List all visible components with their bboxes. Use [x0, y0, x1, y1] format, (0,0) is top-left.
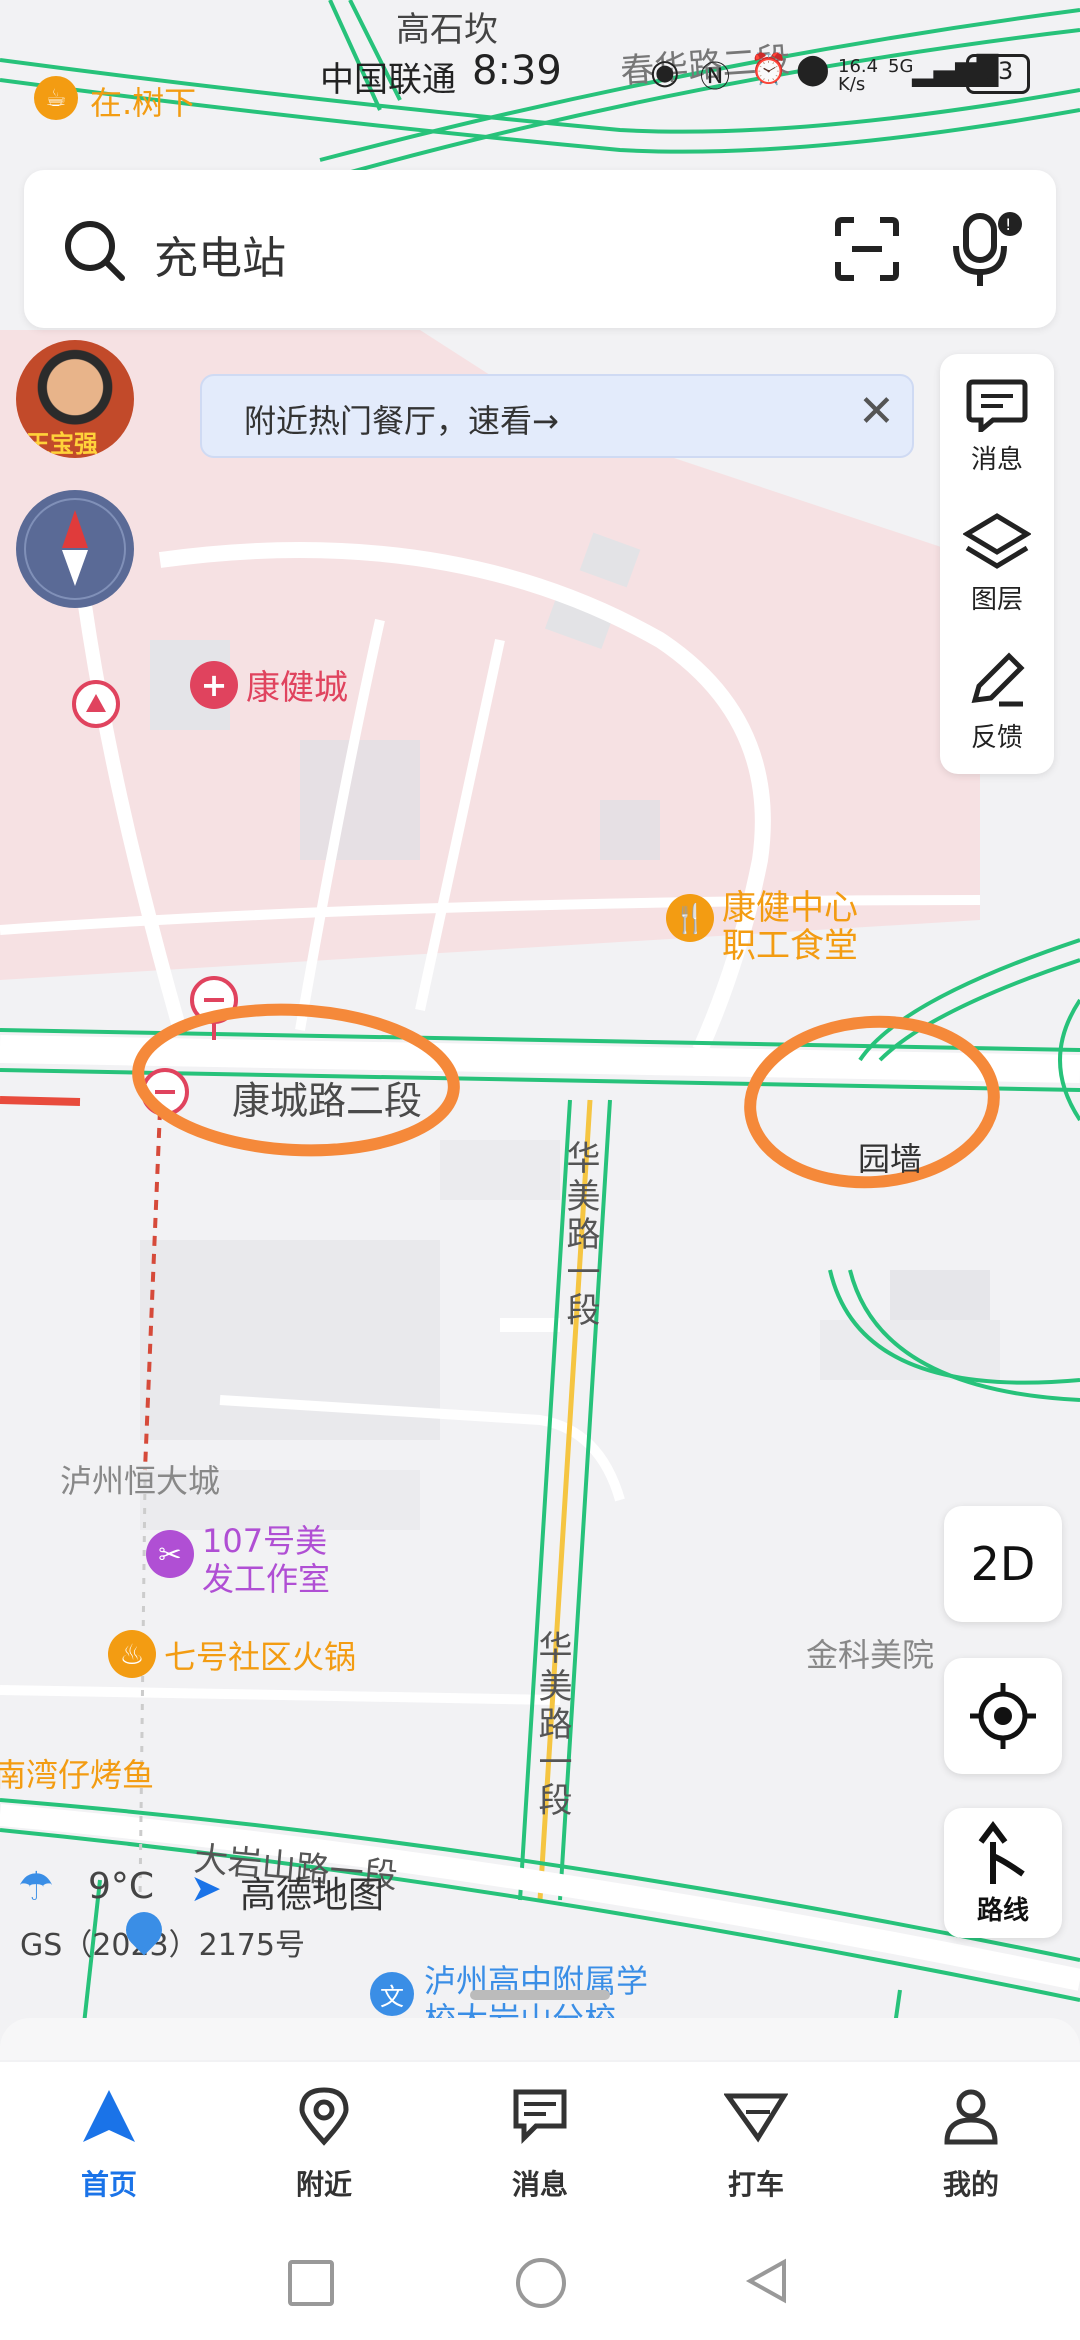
locate-me-button[interactable] [944, 1658, 1062, 1774]
recent-apps-button[interactable] [288, 2260, 334, 2306]
banner-text: 附近热门餐厅，速看→ [244, 402, 559, 440]
message-icon [966, 379, 1028, 436]
taxi-icon [723, 2093, 789, 2143]
crosshair-icon [970, 1683, 1036, 1749]
place-label-hengdacheng: 泸州恒大城 [60, 1462, 221, 1500]
side-panel: 消息 图层 反馈 [940, 354, 1054, 774]
brand-name: 高德地图 [240, 1875, 385, 1916]
tab-profile-label: 我的 [942, 2168, 999, 2201]
poi-label-grilled-fish[interactable]: 南湾仔烤鱼 [0, 1750, 154, 1796]
side-message-button[interactable]: 消息 [940, 376, 1054, 476]
location-status-icon: ⬤ [796, 52, 830, 87]
hotpot-icon[interactable]: ♨ [108, 1630, 156, 1678]
2d-mode-label: 2D [970, 1537, 1036, 1591]
scan-icon[interactable] [832, 214, 902, 284]
search-icon [65, 221, 125, 281]
poi-label-salon-2[interactable]: 发工作室 [202, 1554, 330, 1600]
tab-home-label: 首页 [80, 2168, 137, 2201]
compass-button[interactable] [16, 490, 134, 608]
side-feedback-label: 反馈 [970, 723, 1023, 753]
restaurant-icon[interactable]: 🍴 [666, 894, 714, 942]
place-label-gaoshikan: 高石坎 [396, 10, 498, 50]
poi-label-hotpot[interactable]: 七号社区火锅 [164, 1632, 356, 1678]
place-label-jinke: 金科美院 [806, 1636, 935, 1674]
svg-text:!: ! [1005, 215, 1011, 234]
message-icon [513, 2089, 567, 2145]
road-label-huamei-1: 华美路一段 [560, 1140, 600, 1330]
net-speed: 16.4 K/s [838, 56, 879, 95]
tab-messages[interactable]: 消息 [465, 2086, 615, 2203]
tab-nearby-label: 附近 [295, 2168, 352, 2201]
avatar-name: 王宝强 [26, 430, 98, 458]
layers-icon [962, 513, 1032, 569]
tab-nearby[interactable]: 附近 [249, 2086, 399, 2203]
compass-icon [24, 498, 126, 600]
route-label: 路线 [976, 1895, 1029, 1926]
battery-indicator: 73 [966, 54, 1030, 94]
hot-restaurant-banner[interactable]: 附近热门餐厅，速看→ ✕ [200, 374, 914, 458]
bottom-tab-bar: 首页 附近 消息 打车 我的 [0, 2062, 1080, 2340]
microphone-icon[interactable]: ! [948, 210, 1028, 290]
location-pin-icon [299, 2087, 349, 2146]
nfc-icon: Ⓝ [700, 60, 730, 95]
place-label-yuanqiang: 园墙 [858, 1140, 923, 1178]
bottom-sheet[interactable] [0, 2018, 1080, 2060]
home-button[interactable] [516, 2258, 566, 2308]
poi-label-canteen-2[interactable]: 职工食堂 [722, 918, 858, 967]
feedback-pen-icon [971, 652, 1025, 707]
carrier-name: 中国联通 [320, 60, 456, 100]
license-text: GS（2023）2175号 [20, 1928, 305, 1963]
clock: 8:39 [472, 48, 562, 94]
weather-rain-icon: ☂ [18, 1864, 54, 1910]
tab-taxi[interactable]: 打车 [681, 2086, 831, 2203]
amap-logo-icon: ➤ [190, 1866, 222, 1910]
side-message-label: 消息 [970, 445, 1023, 475]
side-layers-label: 图层 [970, 585, 1023, 615]
back-button[interactable] [744, 2258, 790, 2304]
road-label-huamei-2: 华美路一段 [532, 1630, 572, 1820]
side-layers-button[interactable]: 图层 [940, 512, 1054, 616]
profile-icon [944, 2089, 998, 2145]
tab-messages-label: 消息 [511, 2168, 568, 2201]
search-bar[interactable]: 充电站 ! [24, 170, 1056, 328]
weather-temp: 9°C [88, 1866, 155, 1907]
school-icon[interactable]: 文 [370, 1972, 414, 2016]
road-label-kangcheng: 康城路二段 [232, 1079, 423, 1123]
tab-taxi-label: 打车 [727, 2168, 784, 2201]
network-type: 5G [888, 56, 914, 77]
bottom-sheet-handle[interactable] [470, 1990, 610, 2000]
eye-icon: ◉ [650, 52, 680, 92]
poi-label-kangjiancheng[interactable]: 康健城 [246, 660, 348, 709]
alarm-icon: ⏰ [750, 52, 788, 87]
search-input[interactable]: 充电站 [154, 222, 286, 286]
status-bar: 中国联通 8:39 ◉ Ⓝ ⏰ ⬤ 16.4 K/s 5G ▂▄▆█ 73 [0, 48, 1080, 112]
side-feedback-button[interactable]: 反馈 [940, 650, 1054, 754]
route-arrow-icon [978, 1820, 1025, 1884]
navigation-arrow-icon [83, 2090, 135, 2142]
avatar[interactable]: 王宝强 [16, 340, 134, 458]
hospital-icon[interactable]: + [190, 661, 238, 709]
close-icon[interactable]: ✕ [858, 386, 895, 437]
tab-home[interactable]: 首页 [34, 2086, 184, 2203]
route-button[interactable]: 路线 [944, 1808, 1062, 1938]
tab-profile[interactable]: 我的 [896, 2086, 1046, 2203]
2d-mode-button[interactable]: 2D [944, 1506, 1062, 1622]
salon-icon[interactable]: ✂ [146, 1530, 194, 1578]
